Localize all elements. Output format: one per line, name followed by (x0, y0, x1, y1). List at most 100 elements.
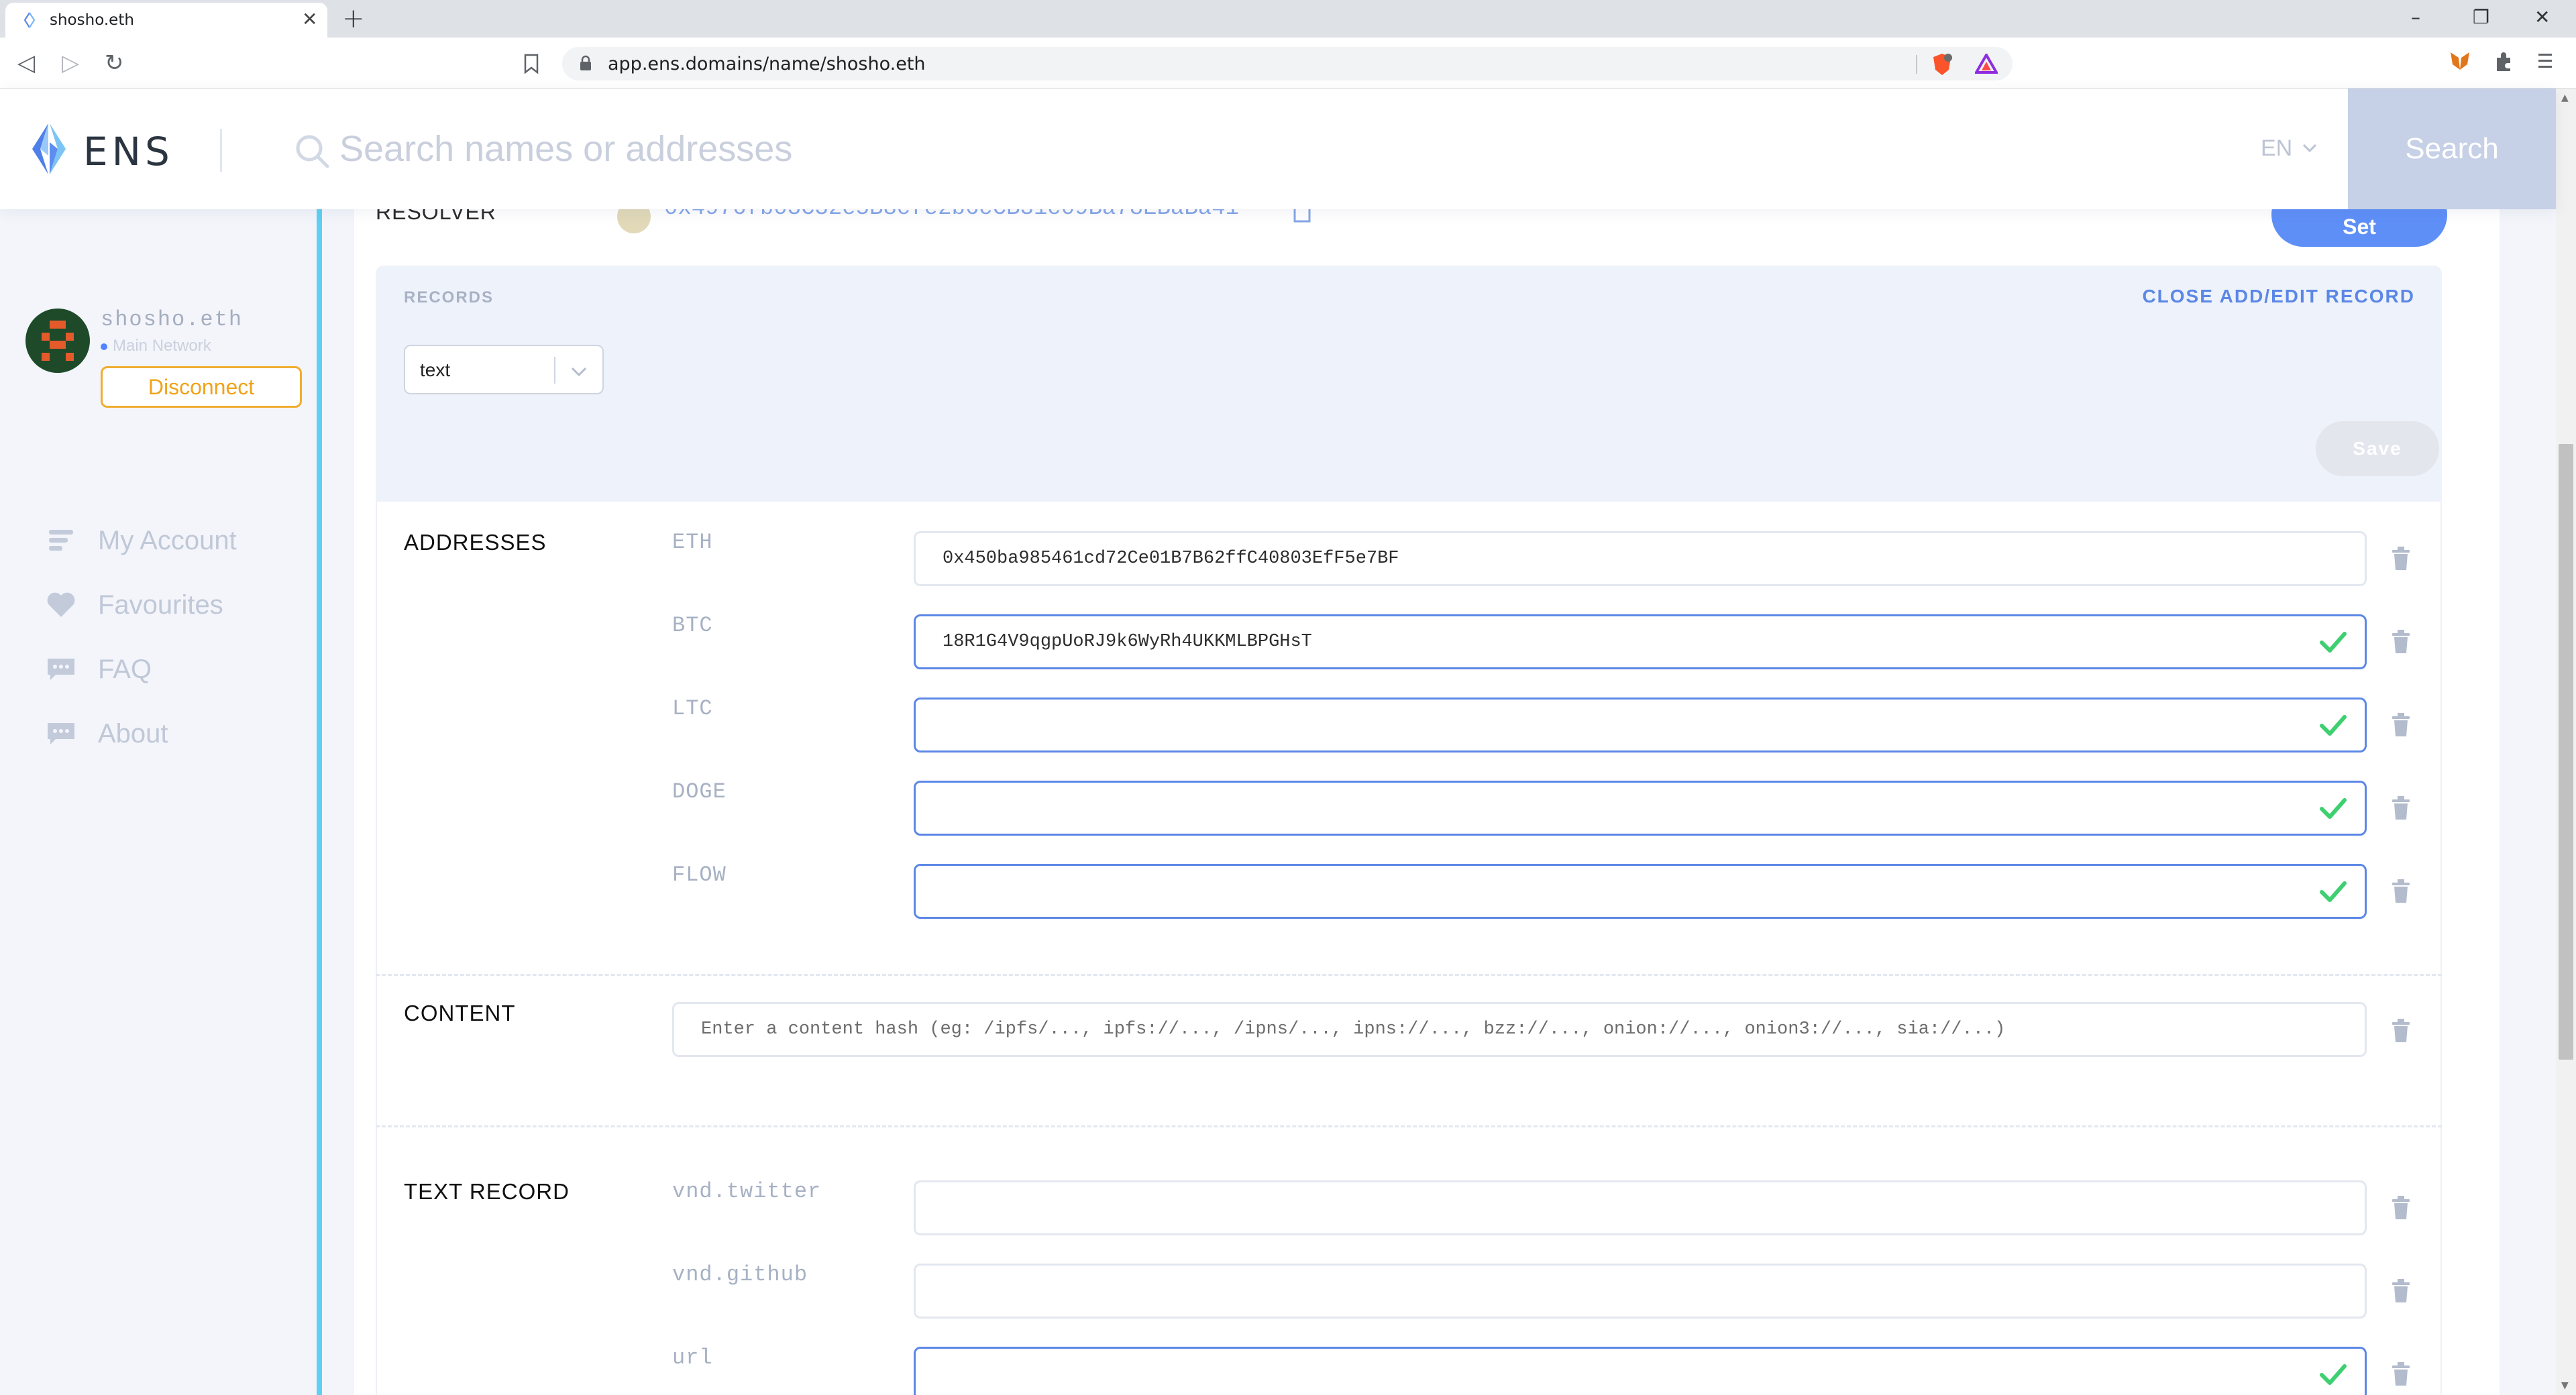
sidebar-item-label: About (98, 718, 168, 748)
app-header: ENS EN Search (0, 89, 2556, 209)
sidebar-item-faq[interactable]: FAQ (46, 649, 301, 689)
avatar[interactable] (25, 309, 90, 373)
address-bar[interactable]: app.ens.domains/name/shosho.eth (562, 47, 2012, 80)
network-dot-icon (101, 343, 107, 350)
address-field-ltc[interactable] (914, 698, 2367, 752)
lock-icon (580, 55, 591, 70)
address-field-eth[interactable] (914, 531, 2367, 586)
chevron-down-icon[interactable] (570, 366, 588, 377)
avatar-pattern-icon (42, 321, 74, 361)
sidebar-item-label: FAQ (98, 654, 152, 684)
text-key-github: vnd.github (672, 1262, 808, 1287)
browser-tab-strip: shosho.eth ✕ + – ❐ ✕ (0, 0, 2576, 38)
back-icon[interactable]: ◁ (17, 50, 35, 76)
page-scrollbar[interactable]: ▲ ▼ (2556, 89, 2576, 1395)
sidebar-item-label: Favourites (98, 590, 223, 620)
maximize-icon[interactable]: ❐ (2473, 4, 2489, 31)
check-icon (2320, 1364, 2347, 1385)
scrollbar-thumb[interactable] (2559, 444, 2573, 1060)
chevron-down-icon[interactable] (2302, 144, 2317, 153)
ens-favicon-icon (23, 12, 36, 28)
text-field-twitter[interactable] (914, 1180, 2367, 1235)
trash-icon[interactable] (2391, 712, 2411, 738)
search-button[interactable]: Search (2348, 89, 2556, 209)
browser-toolbar: ◁ ▷ ↻ app.ens.domains/name/shosho.eth (0, 38, 2576, 89)
network-label: Main Network (113, 337, 211, 355)
check-icon (2320, 632, 2347, 653)
logo-text[interactable]: ENS (83, 129, 174, 174)
sidebar-item-about[interactable]: About (46, 714, 301, 754)
browser-tab[interactable]: shosho.eth ✕ (5, 3, 327, 38)
chat-icon (46, 654, 76, 685)
url-text: app.ens.domains/name/shosho.eth (608, 54, 926, 74)
addresses-label: ADDRESSES (404, 530, 547, 555)
text-field-url[interactable] (914, 1347, 2367, 1395)
section-divider (376, 1125, 2442, 1127)
address-key-flow: FLOW (672, 862, 727, 887)
account-name: shosho.eth (101, 307, 244, 332)
extensions-icon[interactable] (2493, 50, 2516, 72)
trash-icon[interactable] (2391, 795, 2411, 821)
sidebar-item-my-account[interactable]: My Account (46, 520, 301, 561)
omnibox-divider (1916, 55, 1917, 74)
save-button[interactable]: Save (2316, 421, 2439, 476)
check-icon (2320, 881, 2347, 902)
records-title: RECORDS (404, 288, 494, 306)
close-edit-record-link[interactable]: CLOSE ADD/EDIT RECORD (2142, 286, 2415, 307)
address-key-doge: DOGE (672, 779, 727, 804)
name-details-panel: RESOLVER 0x4976fb03C32e5B8cfe2b6cCB31c09… (354, 182, 2500, 1395)
record-type-select[interactable]: text (404, 345, 604, 394)
scroll-down-icon[interactable]: ▼ (2561, 1380, 2569, 1391)
records-editor: RECORDS CLOSE ADD/EDIT RECORD text Save (376, 266, 2442, 502)
forward-icon[interactable]: ▷ (62, 50, 79, 76)
bookmark-icon[interactable] (523, 54, 539, 74)
address-key-eth: ETH (672, 530, 713, 555)
address-key-ltc: LTC (672, 696, 713, 721)
trash-icon[interactable] (2391, 1361, 2411, 1387)
search-icon (296, 135, 329, 168)
record-type-value: text (420, 359, 451, 380)
address-field-btc[interactable] (914, 614, 2367, 669)
minimize-icon[interactable]: – (2411, 4, 2420, 31)
trash-icon[interactable] (2391, 1195, 2411, 1221)
select-divider (554, 357, 555, 384)
brave-shield-icon[interactable] (1931, 52, 1953, 76)
address-field-flow[interactable] (914, 864, 2367, 919)
search-input[interactable] (339, 122, 2151, 176)
language-selector[interactable]: EN (2261, 135, 2292, 162)
reload-icon[interactable]: ↻ (105, 50, 124, 76)
address-key-btc: BTC (672, 613, 713, 638)
rewards-icon[interactable] (1975, 54, 1998, 74)
section-divider (376, 974, 2442, 976)
text-record-label: TEXT RECORD (404, 1179, 570, 1204)
chat-icon (46, 718, 76, 749)
sidebar: shosho.eth Main Network Disconnect My Ac… (0, 209, 322, 1395)
ens-logo-icon[interactable] (25, 122, 72, 176)
new-tab-button[interactable]: + (342, 4, 365, 34)
trash-icon[interactable] (2391, 1278, 2411, 1304)
tab-title: shosho.eth (50, 11, 134, 29)
trash-icon[interactable] (2391, 546, 2411, 571)
heart-icon (46, 590, 76, 620)
sidebar-item-favourites[interactable]: Favourites (46, 585, 301, 625)
check-icon (2320, 798, 2347, 819)
network-indicator: Main Network (101, 337, 211, 355)
trash-icon[interactable] (2391, 629, 2411, 655)
address-field-doge[interactable] (914, 781, 2367, 836)
content-label: CONTENT (404, 1001, 516, 1025)
header-divider (220, 129, 222, 172)
scroll-up-icon[interactable]: ▲ (2561, 93, 2569, 103)
account-icon (46, 525, 76, 556)
text-field-github[interactable] (914, 1264, 2367, 1319)
text-key-twitter: vnd.twitter (672, 1179, 822, 1204)
text-key-url: url (672, 1345, 713, 1370)
close-window-icon[interactable]: ✕ (2534, 4, 2550, 31)
metamask-icon[interactable] (2449, 50, 2471, 72)
content-hash-input[interactable] (672, 1002, 2367, 1057)
check-icon (2320, 715, 2347, 736)
trash-icon[interactable] (2391, 879, 2411, 904)
trash-icon[interactable] (2391, 1018, 2411, 1044)
tab-close-icon[interactable]: ✕ (302, 9, 317, 30)
disconnect-button[interactable]: Disconnect (101, 366, 302, 408)
menu-icon[interactable] (2537, 50, 2553, 72)
